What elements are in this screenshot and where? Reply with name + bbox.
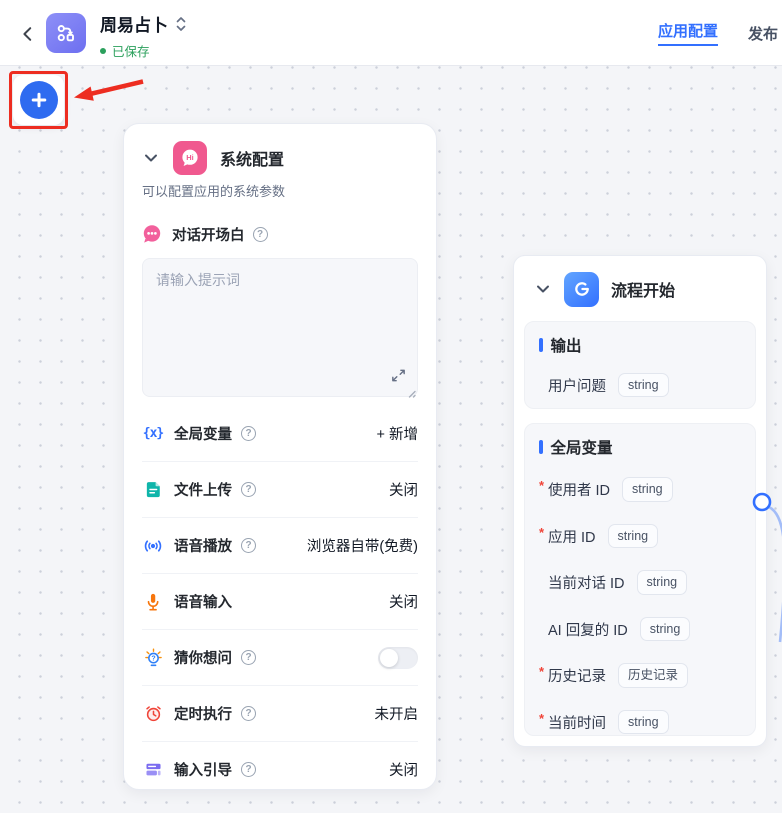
scheduled-run-icon xyxy=(142,704,164,723)
variable-row: * 当前时间 string xyxy=(539,708,741,736)
help-icon[interactable]: ? xyxy=(241,706,256,721)
section-bar xyxy=(539,440,543,454)
file-upload-icon xyxy=(142,480,164,499)
row-file-upload[interactable]: 文件上传 ? 关闭 xyxy=(142,461,418,517)
resize-handle-icon[interactable] xyxy=(400,382,418,400)
chevron-down-icon xyxy=(537,285,549,293)
guess-question-icon: ? xyxy=(142,647,164,668)
connection-edge xyxy=(768,505,782,643)
help-icon[interactable]: ? xyxy=(241,482,256,497)
back-button[interactable] xyxy=(16,22,40,46)
welcome-textarea-wrap xyxy=(142,258,418,400)
global-variables-icon: {x} xyxy=(142,425,165,441)
chevron-down-icon xyxy=(145,154,157,162)
welcome-textarea[interactable] xyxy=(143,259,417,396)
voice-input-icon xyxy=(142,592,164,612)
nav-app-config[interactable]: 应用配置 xyxy=(657,20,718,46)
type-badge: string xyxy=(639,616,691,642)
app-logo-icon xyxy=(46,13,86,53)
card-title: 流程开始 xyxy=(611,283,676,300)
chat-opening-icon xyxy=(143,225,161,243)
add-variable-button[interactable]: + 新增 xyxy=(377,423,419,444)
collapse-button[interactable] xyxy=(534,280,552,298)
app-title: 周易占卜 xyxy=(100,16,168,35)
type-badge: string xyxy=(622,477,673,502)
row-voice-input[interactable]: 语音输入 关闭 xyxy=(142,573,418,629)
global-variables-section: 全局变量 * 使用者 ID string * 应用 ID string 当前对话… xyxy=(524,423,756,736)
chevron-left-icon xyxy=(23,27,32,41)
type-badge: 历史记录 xyxy=(618,663,689,688)
flow-canvas[interactable]: Hi 系统配置 可以配置应用的系统参数 对话开场白 ? 请输入提示词 {x} 全… xyxy=(0,66,782,813)
row-input-guide[interactable]: 输入引导 ? 关闭 xyxy=(142,741,418,797)
variable-row: * 使用者 ID string xyxy=(539,476,741,504)
output-section: 输出 用户问题 string xyxy=(524,321,756,409)
help-icon[interactable]: ? xyxy=(241,650,256,665)
type-badge: string xyxy=(607,523,659,549)
row-guess-question[interactable]: ? 猜你想问 ? xyxy=(142,629,418,685)
type-badge: string xyxy=(636,570,688,595)
type-badge: string xyxy=(618,709,669,735)
card-title: 系统配置 xyxy=(220,152,285,169)
card-subtitle: 可以配置应用的系统参数 xyxy=(142,184,286,199)
variable-row: * 历史记录 历史记录 xyxy=(539,662,741,690)
top-bar: 周易占卜 已保存 应用配置 发布 xyxy=(0,0,782,66)
variable-row: * 应用 ID string xyxy=(539,522,741,550)
variable-row: AI 回复的 ID string xyxy=(539,615,741,643)
welcome-label: 对话开场白 xyxy=(172,227,245,244)
system-config-icon: Hi xyxy=(173,141,207,175)
saved-status-dot xyxy=(100,47,106,54)
flow-start-icon xyxy=(564,271,599,307)
help-icon[interactable]: ? xyxy=(241,762,256,777)
voice-play-icon xyxy=(142,536,164,556)
help-icon[interactable]: ? xyxy=(252,226,268,242)
row-global-variables[interactable]: {x} 全局变量 ? + 新增 xyxy=(142,405,418,461)
annotation-arrow xyxy=(89,79,144,97)
section-bar xyxy=(539,338,543,352)
row-scheduled-run[interactable]: 定时执行 ? 未开启 xyxy=(142,685,418,741)
help-icon[interactable]: ? xyxy=(241,538,256,553)
flow-start-node: 流程开始 输出 用户问题 string 全局变量 * 使用者 ID string xyxy=(513,255,767,747)
row-voice-play[interactable]: 语音播放 ? 浏览器自带(免费) xyxy=(142,517,418,573)
input-guide-icon xyxy=(142,760,164,779)
variable-row: 当前对话 ID string xyxy=(539,569,741,597)
annotation-highlight-box xyxy=(9,71,68,129)
system-config-node: Hi 系统配置 可以配置应用的系统参数 对话开场白 ? 请输入提示词 {x} 全… xyxy=(123,123,437,790)
svg-text:?: ? xyxy=(151,654,155,662)
help-icon[interactable]: ? xyxy=(241,425,256,441)
switch-app-icon[interactable] xyxy=(175,16,187,32)
svg-text:Hi: Hi xyxy=(186,153,194,162)
nav-publish[interactable]: 发布 xyxy=(748,23,778,44)
collapse-button[interactable] xyxy=(142,149,160,167)
type-badge: string xyxy=(618,372,669,398)
output-row: 用户问题 string xyxy=(539,371,741,399)
saved-status-text: 已保存 xyxy=(112,45,150,59)
guess-question-toggle[interactable] xyxy=(378,646,418,669)
